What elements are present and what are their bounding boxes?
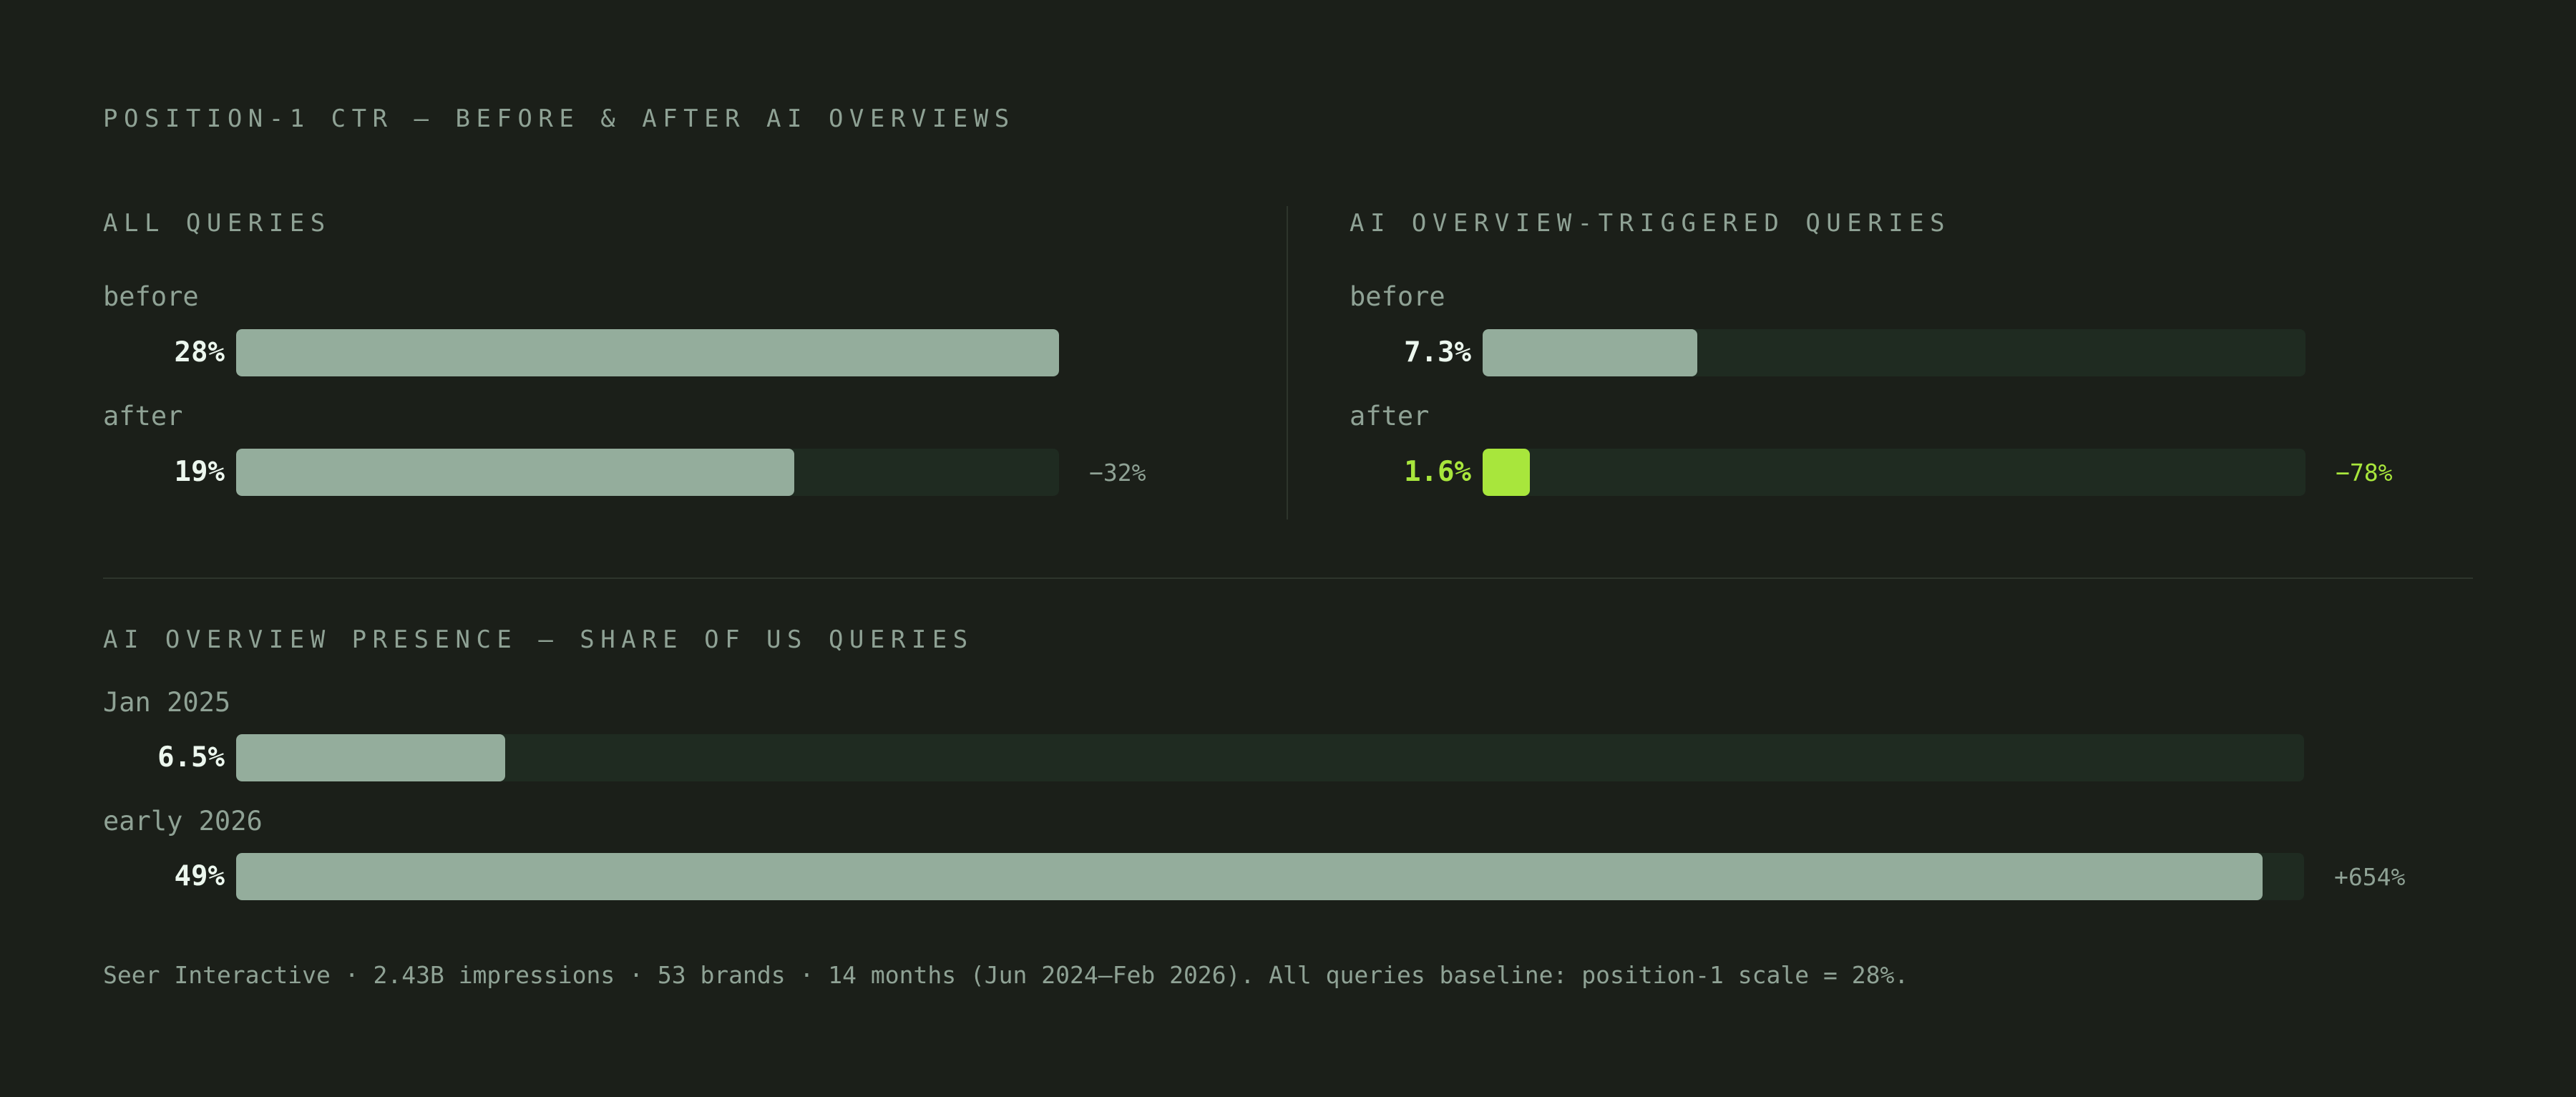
all-queries-bar (236, 329, 1059, 376)
aio-queries-value-label: 1.6% (1404, 456, 1471, 488)
all-queries-value-label: 28% (174, 336, 225, 369)
aio-presence-value-label: 49% (174, 860, 225, 892)
aio-presence-bar-track (236, 853, 2304, 900)
page-title: POSITION-1 CTR — BEFORE & AFTER AI OVERV… (103, 104, 1015, 133)
aio-presence-bar-track (236, 734, 2304, 781)
panel-divider (1287, 206, 1288, 520)
section-divider (103, 577, 2473, 579)
all-queries-bar (236, 449, 794, 496)
all-queries-bar-track (236, 329, 1059, 376)
aio-queries-bar (1483, 329, 1697, 376)
all-queries-value-label: 19% (174, 456, 225, 488)
aio-presence-bar (236, 853, 2263, 900)
aio-queries-value-label: 7.3% (1404, 336, 1471, 369)
aio-presence-bar (236, 734, 505, 781)
all-queries-title: ALL QUERIES (103, 209, 331, 238)
aio-queries-bar-track (1483, 449, 2306, 496)
footnote: Seer Interactive · 2.43B impressions · 5… (103, 961, 1909, 989)
aio-queries-delta-label: −78% (2336, 459, 2393, 487)
aio-presence-category-label: early 2026 (103, 806, 263, 837)
aio-presence-delta-label: +654% (2334, 863, 2406, 891)
aio-queries-bar-track (1483, 329, 2306, 376)
all-queries-category-label: before (103, 281, 199, 312)
aio-presence-category-label: Jan 2025 (103, 687, 231, 718)
aio-presence-value-label: 6.5% (157, 741, 225, 774)
aio-queries-category-label: before (1350, 281, 1445, 312)
all-queries-bar-track (236, 449, 1059, 496)
all-queries-delta-label: −32% (1089, 459, 1146, 487)
all-queries-category-label: after (103, 401, 183, 432)
aio-queries-category-label: after (1350, 401, 1430, 432)
aio-queries-bar (1483, 449, 1530, 496)
aio-queries-title: AI OVERVIEW-TRIGGERED QUERIES (1350, 209, 1951, 238)
aio-presence-title: AI OVERVIEW PRESENCE — SHARE OF US QUERI… (103, 625, 974, 654)
